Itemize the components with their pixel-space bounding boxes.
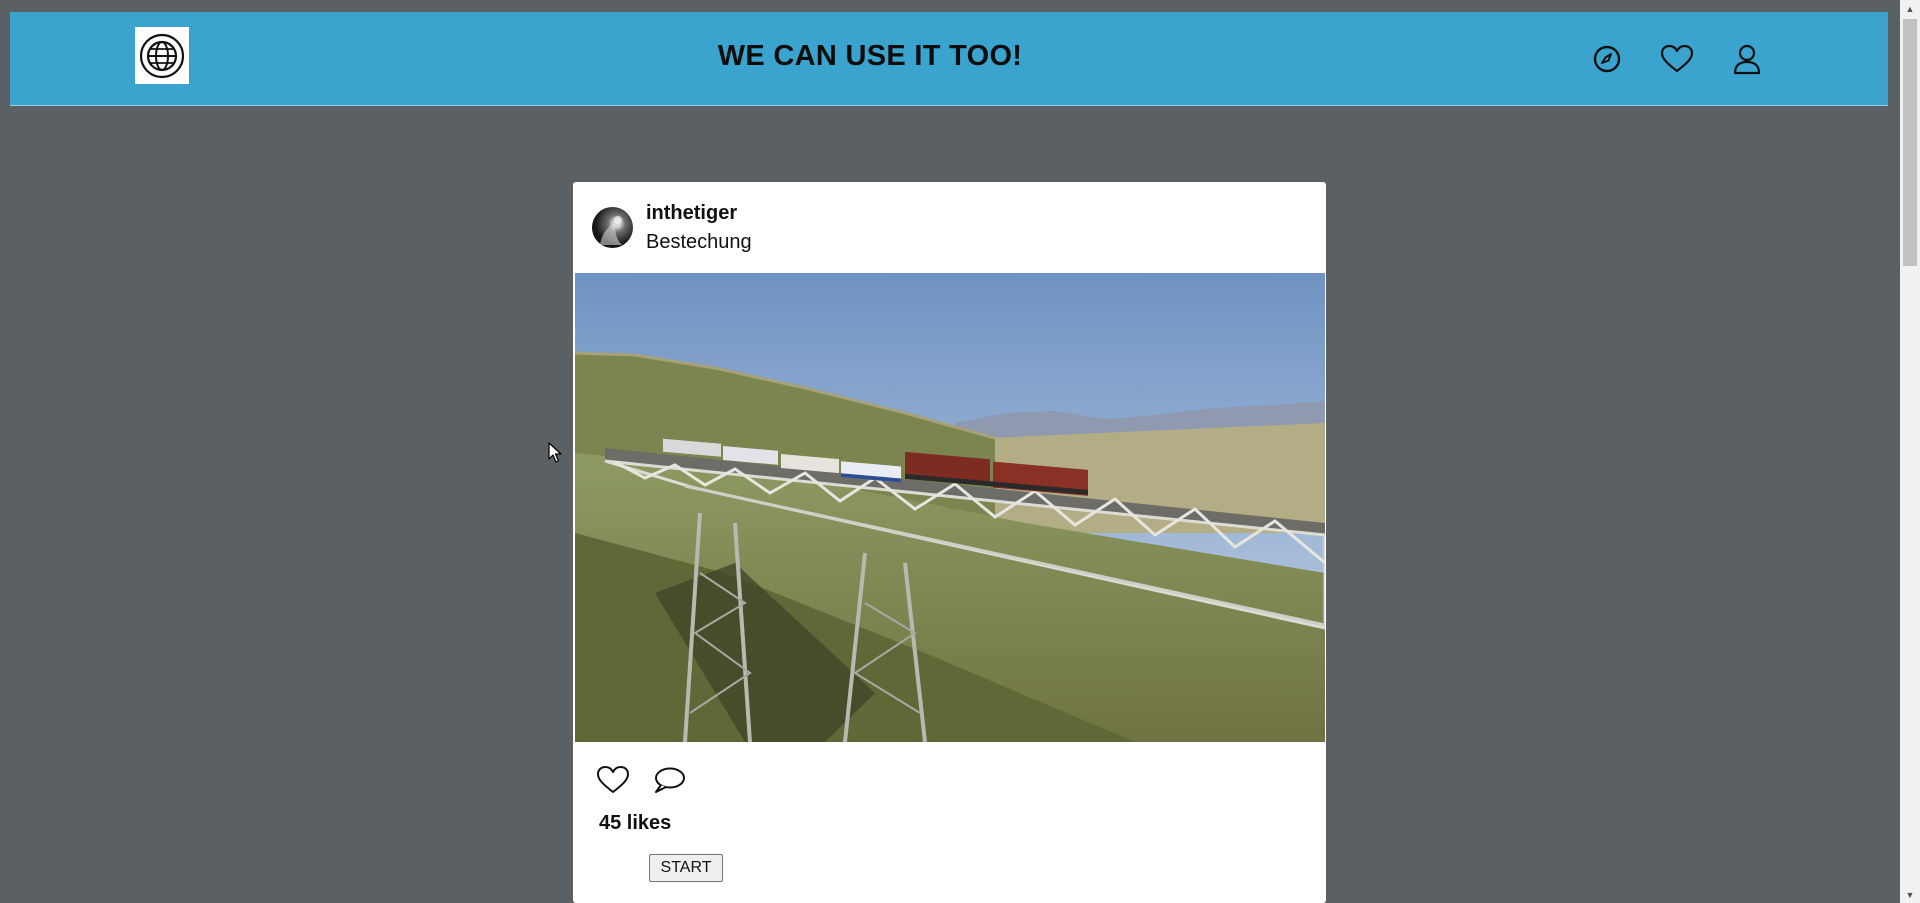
page-title: WE CAN USE IT TOO!: [717, 40, 1023, 72]
user-icon[interactable]: [1730, 42, 1764, 76]
avatar[interactable]: [592, 207, 633, 248]
comment-icon[interactable]: [651, 762, 687, 798]
start-button[interactable]: START: [649, 854, 723, 882]
post-photo: [575, 273, 1325, 742]
like-heart-icon[interactable]: [595, 762, 631, 798]
likes-count: 45 likes: [599, 812, 672, 834]
heart-icon[interactable]: [1660, 42, 1694, 76]
scroll-up-arrow-icon[interactable]: ▲: [1900, 0, 1920, 17]
compass-icon[interactable]: [1590, 42, 1624, 76]
post-username[interactable]: inthetiger: [646, 202, 737, 225]
browser-top-strip: [0, 0, 1900, 10]
post-card: inthetiger Bestechung 45 likes START: [573, 182, 1326, 903]
scrollbar-thumb[interactable]: [1903, 19, 1917, 266]
scroll-down-arrow-icon[interactable]: ▼: [1900, 886, 1920, 903]
vertical-scrollbar[interactable]: ▲ ▼: [1900, 0, 1920, 903]
mouse-cursor-icon: [548, 442, 562, 463]
post-caption: Bestechung: [646, 231, 752, 253]
app-header: WE CAN USE IT TOO!: [10, 12, 1888, 106]
